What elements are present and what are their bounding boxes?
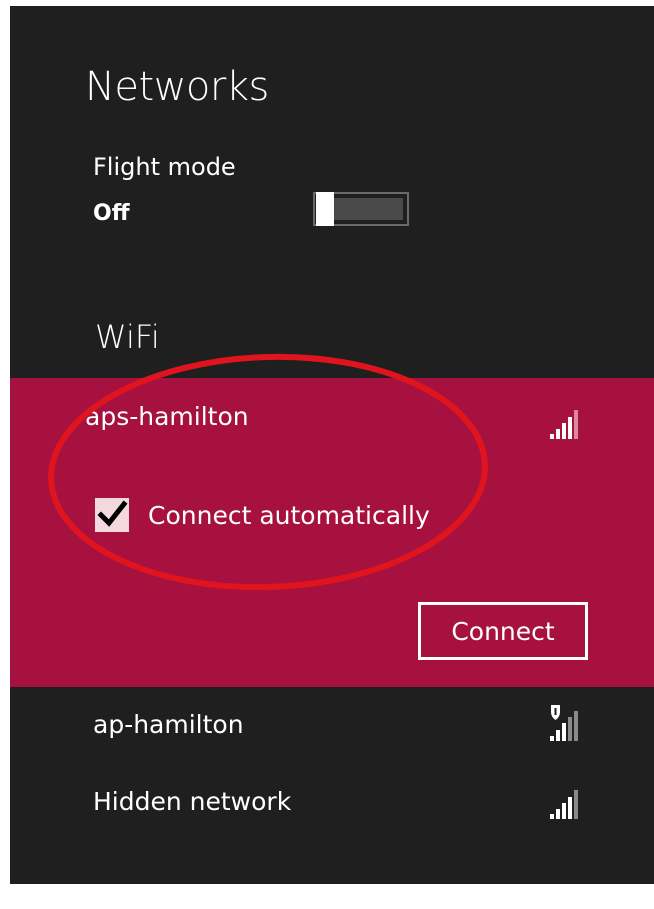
- flight-mode-state: Off: [93, 201, 130, 226]
- flight-mode-label: Flight mode: [93, 153, 236, 181]
- network-name: ap-hamilton: [93, 710, 244, 739]
- annotation-ellipse: [48, 353, 488, 591]
- panel-title: Networks: [85, 64, 269, 110]
- signal-strength-icon: [550, 790, 578, 819]
- toggle-thumb[interactable]: [316, 192, 334, 226]
- signal-strength-icon: [550, 410, 578, 439]
- networks-panel: Networks Flight mode Off WiFi aps-hamilt…: [10, 6, 654, 884]
- connect-button[interactable]: Connect: [418, 602, 588, 660]
- flight-mode-toggle[interactable]: [313, 192, 409, 226]
- network-name: Hidden network: [93, 787, 292, 816]
- toggle-track: [334, 198, 403, 220]
- secured-signal-strength-icon: [550, 705, 578, 741]
